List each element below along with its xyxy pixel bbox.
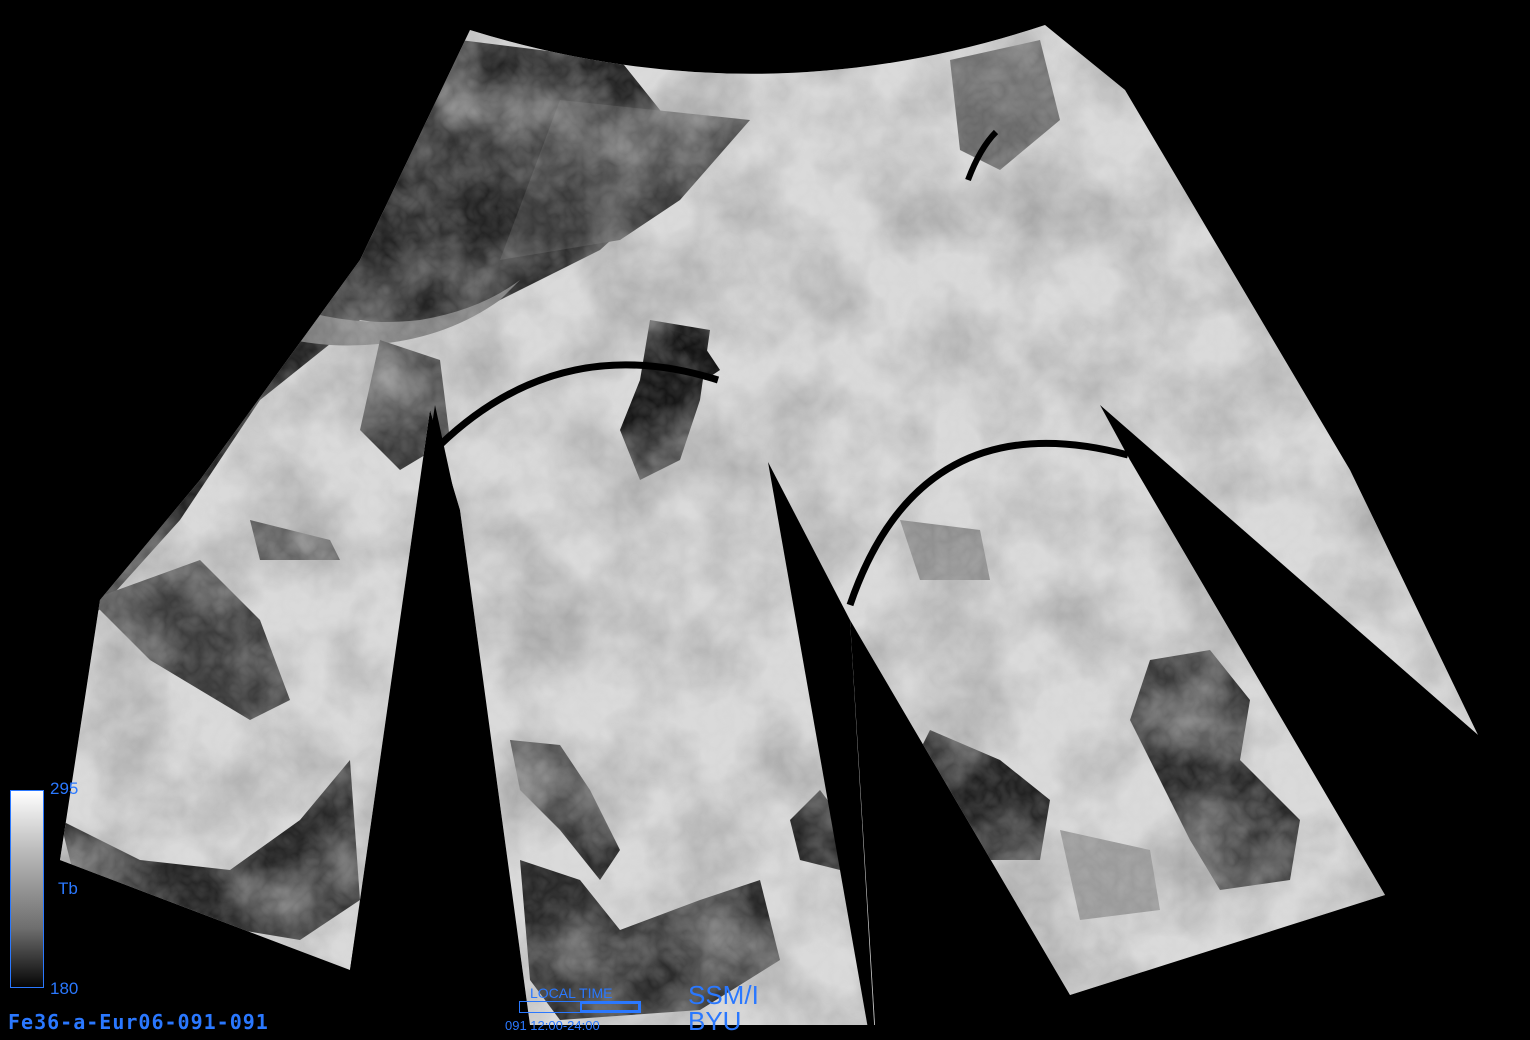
- local-time-bar: [519, 1001, 641, 1013]
- local-time-title: LOCAL TIME: [530, 985, 613, 1001]
- colorbar-max-label: 295: [50, 779, 79, 798]
- sensor-label: SSM/I: [688, 980, 759, 1010]
- local-time-range: 091 12:00-24:00: [505, 1018, 600, 1033]
- colorbar-title: Tb: [58, 879, 78, 898]
- swath-image: [60, 25, 1478, 1025]
- colorbar-min-label: 180: [50, 979, 79, 998]
- ssmi-swath-map: [60, 25, 1478, 1040]
- image-id: Fe36-a-Eur06-091-091: [8, 1010, 269, 1034]
- local-time-coverage: [580, 1002, 640, 1012]
- organization-label: BYU: [688, 1006, 742, 1036]
- colorbar: [10, 790, 44, 988]
- swath-fine-texture: [60, 25, 1478, 1025]
